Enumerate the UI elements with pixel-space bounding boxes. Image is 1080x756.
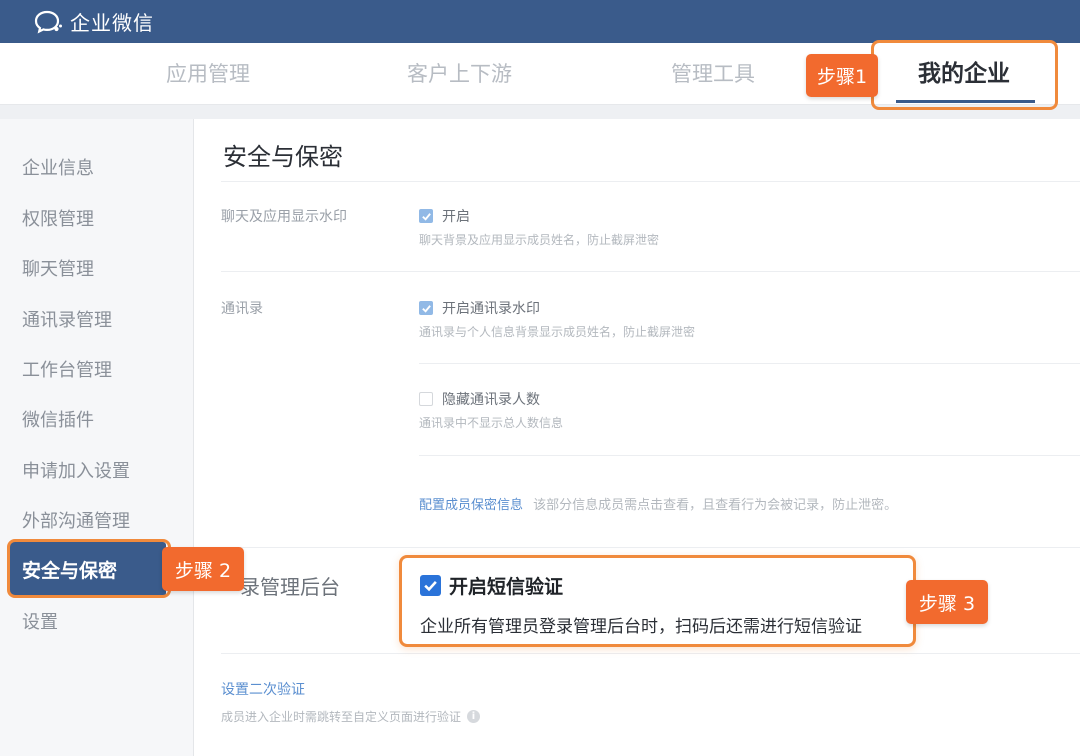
app-name: 企业微信 xyxy=(70,11,154,35)
sidebar-item-contacts-management[interactable]: 通讯录管理 xyxy=(22,306,112,332)
step3-badge: 步骤 3 xyxy=(906,580,988,624)
config-confidential-link[interactable]: 配置成员保密信息 xyxy=(419,498,523,513)
second-verify-desc: 成员进入企业时需跳转至自定义页面进行验证 xyxy=(221,710,462,724)
second-verify-link[interactable]: 设置二次验证 xyxy=(221,679,305,699)
info-icon[interactable]: i xyxy=(467,710,481,723)
hide-contacts-count-option[interactable]: 隐藏通讯录人数 xyxy=(419,389,540,409)
hide-contacts-count-desc: 通讯录中不显示总人数信息 xyxy=(419,416,564,430)
main-content: 安全与保密 聊天及应用显示水印 开启 聊天背景及应用显示成员姓名，防止截屏泄密 … xyxy=(195,119,1080,756)
sms-verify-option[interactable]: 开启短信验证 xyxy=(420,572,563,599)
step2-badge: 步骤 2 xyxy=(162,547,244,591)
sidebar-item-enterprise-info[interactable]: 企业信息 xyxy=(22,154,94,180)
checkbox-checked-icon[interactable] xyxy=(420,575,441,596)
sidebar-item-security-privacy[interactable]: 安全与保密 xyxy=(22,556,117,583)
second-verify-row: 成员进入企业时需跳转至自定义页面进行验证 i xyxy=(221,708,481,725)
contacts-watermark-option[interactable]: 开启通讯录水印 xyxy=(419,298,540,318)
page-title: 安全与保密 xyxy=(223,143,343,171)
title-divider xyxy=(221,181,1080,182)
sidebar-item-workbench-management[interactable]: 工作台管理 xyxy=(22,356,112,382)
watermark-desc: 聊天背景及应用显示成员姓名，防止截屏泄密 xyxy=(419,233,660,247)
wecom-chat-bubble-icon xyxy=(34,10,62,34)
tab-customer-upstream-downstream[interactable]: 客户上下游 xyxy=(407,43,512,105)
contacts-watermark-desc: 通讯录与个人信息背景显示成员姓名，防止截屏泄密 xyxy=(419,325,696,339)
sms-verify-highlight-box: 开启短信验证 企业所有管理员登录管理后台时，扫码后还需进行短信验证 xyxy=(399,555,916,647)
watermark-label: 聊天及应用显示水印 xyxy=(221,209,347,225)
checkbox-unchecked-icon[interactable] xyxy=(419,392,433,406)
sidebar-item-settings[interactable]: 设置 xyxy=(22,608,58,634)
login-admin-label: 录管理后台 xyxy=(240,575,340,599)
hide-contacts-count-label: 隐藏通讯录人数 xyxy=(442,392,540,408)
title-bar: 企业微信 xyxy=(0,0,1080,43)
checkbox-checked-icon[interactable] xyxy=(419,301,433,315)
sms-verify-desc: 企业所有管理员登录管理后台时，扫码后还需进行短信验证 xyxy=(420,617,862,637)
tab-app-management[interactable]: 应用管理 xyxy=(166,43,250,105)
watermark-option-label: 开启 xyxy=(442,209,470,225)
sidebar: 企业信息 权限管理 聊天管理 通讯录管理 工作台管理 微信插件 申请加入设置 外… xyxy=(0,119,194,756)
config-confidential-desc: 该部分信息成员需点击查看，且查看行为会被记录，防止泄密。 xyxy=(533,498,898,513)
section-divider xyxy=(221,653,1080,654)
section-divider xyxy=(221,271,1080,272)
sidebar-item-join-request-settings[interactable]: 申请加入设置 xyxy=(22,457,130,483)
sidebar-item-chat-management[interactable]: 聊天管理 xyxy=(22,255,94,281)
contacts-watermark-label: 开启通讯录水印 xyxy=(442,301,540,317)
sms-verify-label: 开启短信验证 xyxy=(449,576,564,598)
step1-highlight-frame xyxy=(871,40,1058,110)
option-divider xyxy=(419,363,1080,364)
watermark-option[interactable]: 开启 xyxy=(419,206,470,226)
option-divider xyxy=(419,455,1080,456)
step1-badge: 步骤1 xyxy=(806,54,878,97)
config-confidential-row: 配置成员保密信息 该部分信息成员需点击查看，且查看行为会被记录，防止泄密。 xyxy=(419,494,897,513)
contacts-label: 通讯录 xyxy=(221,301,263,317)
sidebar-item-permissions[interactable]: 权限管理 xyxy=(22,205,94,231)
tab-management-tools[interactable]: 管理工具 xyxy=(671,43,755,105)
checkbox-checked-icon[interactable] xyxy=(419,209,433,223)
section-divider xyxy=(221,547,1080,548)
sidebar-item-wechat-plugin[interactable]: 微信插件 xyxy=(22,406,94,432)
sidebar-item-external-communication[interactable]: 外部沟通管理 xyxy=(22,507,130,533)
